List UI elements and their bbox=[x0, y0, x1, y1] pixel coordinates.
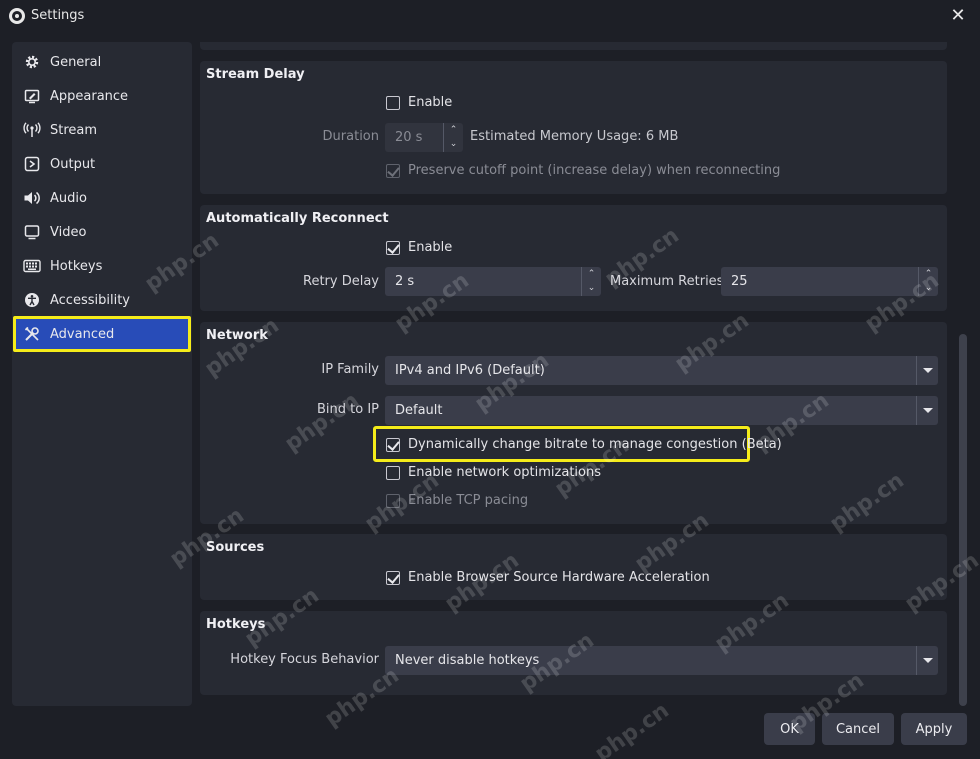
hotkey-focus-value: Never disable hotkeys bbox=[395, 653, 540, 668]
chevron-down-icon[interactable] bbox=[916, 646, 938, 675]
duration-value: 20 s bbox=[395, 130, 423, 145]
title-bar: Settings ✕ bbox=[0, 0, 980, 32]
sidebar-item-video[interactable]: Video bbox=[16, 217, 188, 247]
memory-usage-text: Estimated Memory Usage: 6 MB bbox=[470, 129, 679, 144]
sidebar-item-label: Hotkeys bbox=[50, 258, 103, 274]
sidebar-item-general[interactable]: General bbox=[16, 47, 188, 77]
group-title: Network bbox=[206, 328, 268, 343]
retry-delay-spinbox[interactable]: 2 s bbox=[385, 267, 601, 296]
group-title: Automatically Reconnect bbox=[206, 211, 389, 226]
vertical-scrollbar[interactable] bbox=[958, 42, 968, 706]
retry-delay-spin-buttons[interactable]: ⌃ ⌄ bbox=[581, 267, 601, 296]
bind-ip-label: Bind to IP bbox=[316, 402, 379, 417]
network-group: Network IP Family IPv4 and IPv6 (Default… bbox=[200, 322, 947, 524]
sidebar-item-hotkeys[interactable]: Hotkeys bbox=[16, 251, 188, 281]
checkbox-box bbox=[386, 465, 400, 480]
previous-group-edge bbox=[200, 42, 947, 50]
sidebar-item-output[interactable]: Output bbox=[16, 149, 188, 179]
auto-reconnect-group: Automatically Reconnect Enable Retry Del… bbox=[200, 205, 947, 311]
hotkeys-group: Hotkeys Hotkey Focus Behavior Never disa… bbox=[200, 611, 947, 695]
checkbox-box bbox=[386, 163, 400, 178]
sidebar-item-accessibility[interactable]: Accessibility bbox=[16, 285, 188, 315]
max-retries-label: Maximum Retries bbox=[610, 274, 724, 289]
settings-sidebar: General Appearance Stream Output Audio V… bbox=[12, 42, 192, 706]
group-title: Sources bbox=[206, 540, 265, 555]
accessibility-icon bbox=[23, 291, 41, 309]
ip-family-value: IPv4 and IPv6 (Default) bbox=[395, 363, 545, 378]
duration-spin-buttons[interactable]: ⌃ ⌄ bbox=[443, 123, 463, 152]
cancel-button[interactable]: Cancel bbox=[822, 713, 894, 745]
chevron-down-icon[interactable] bbox=[916, 396, 938, 425]
hotkey-focus-label: Hotkey Focus Behavior bbox=[230, 652, 379, 667]
retry-delay-value: 2 s bbox=[395, 274, 415, 289]
bind-ip-value: Default bbox=[395, 403, 443, 418]
checkbox-box bbox=[386, 95, 400, 110]
output-icon bbox=[23, 155, 41, 173]
hotkey-focus-dropdown[interactable]: Never disable hotkeys bbox=[385, 646, 938, 675]
speaker-icon bbox=[23, 189, 41, 207]
close-icon[interactable]: ✕ bbox=[948, 5, 968, 26]
advanced-settings-panel: Stream Delay Enable Duration 20 s ⌃ ⌄ Est… bbox=[200, 42, 952, 706]
max-retries-spin-buttons[interactable]: ⌃ ⌄ bbox=[918, 267, 938, 296]
stream-delay-group: Stream Delay Enable Duration 20 s ⌃ ⌄ Est… bbox=[200, 61, 947, 194]
sidebar-item-label: Video bbox=[50, 224, 87, 240]
sidebar-item-stream[interactable]: Stream bbox=[16, 115, 188, 145]
bind-ip-dropdown[interactable]: Default bbox=[385, 396, 938, 425]
stream-delay-enable-checkbox[interactable]: Enable bbox=[386, 95, 452, 110]
sidebar-item-label: Stream bbox=[50, 122, 98, 138]
tools-icon bbox=[23, 325, 41, 343]
retry-delay-label: Retry Delay bbox=[303, 274, 379, 289]
network-optimizations-checkbox[interactable]: Enable network optimizations bbox=[386, 465, 601, 480]
sidebar-item-label: Output bbox=[50, 156, 96, 172]
checkbox-box bbox=[386, 240, 400, 255]
ip-family-dropdown[interactable]: IPv4 and IPv6 (Default) bbox=[385, 356, 938, 385]
checkbox-label: Enable network optimizations bbox=[408, 465, 601, 480]
preserve-cutoff-checkbox[interactable]: Preserve cutoff point (increase delay) w… bbox=[386, 163, 780, 178]
checkbox-label: Dynamically change bitrate to manage con… bbox=[408, 437, 782, 452]
checkbox-label: Enable TCP pacing bbox=[408, 493, 529, 508]
checkbox-label: Enable bbox=[408, 240, 453, 255]
ip-family-label: IP Family bbox=[321, 362, 379, 377]
sidebar-item-label: Appearance bbox=[50, 88, 129, 104]
sidebar-item-label: Audio bbox=[50, 190, 87, 206]
checkbox-label: Enable bbox=[408, 95, 453, 110]
group-title: Stream Delay bbox=[206, 67, 305, 82]
max-retries-spinbox[interactable]: 25 bbox=[721, 267, 938, 296]
group-title: Hotkeys bbox=[206, 617, 266, 632]
sources-group: Sources Enable Browser Source Hardware A… bbox=[200, 534, 947, 600]
chevron-down-icon[interactable] bbox=[916, 356, 938, 385]
max-retries-value: 25 bbox=[731, 274, 748, 289]
apply-button[interactable]: Apply bbox=[901, 713, 967, 745]
sidebar-item-label: Advanced bbox=[50, 326, 115, 342]
checkbox-box bbox=[386, 570, 400, 585]
window-title: Settings bbox=[31, 8, 85, 23]
sidebar-item-audio[interactable]: Audio bbox=[16, 183, 188, 213]
checkbox-box bbox=[386, 493, 400, 508]
checkbox-label: Preserve cutoff point (increase delay) w… bbox=[408, 163, 781, 178]
checkbox-box bbox=[386, 437, 400, 452]
sidebar-item-label: General bbox=[50, 54, 102, 70]
sidebar-item-appearance[interactable]: Appearance bbox=[16, 81, 188, 111]
dynamic-bitrate-checkbox[interactable]: Dynamically change bitrate to manage con… bbox=[386, 437, 782, 452]
scrollbar-thumb[interactable] bbox=[959, 334, 967, 706]
obs-logo-icon bbox=[9, 8, 25, 24]
auto-reconnect-enable-checkbox[interactable]: Enable bbox=[386, 240, 452, 255]
sidebar-item-advanced[interactable]: Advanced bbox=[13, 316, 191, 352]
tcp-pacing-checkbox[interactable]: Enable TCP pacing bbox=[386, 493, 528, 508]
watermark: php.cn bbox=[590, 698, 674, 759]
appearance-icon bbox=[23, 87, 41, 105]
monitor-icon bbox=[23, 223, 41, 241]
antenna-icon bbox=[23, 121, 41, 139]
gear-icon bbox=[23, 53, 41, 71]
sidebar-item-label: Accessibility bbox=[50, 292, 130, 308]
duration-label: Duration bbox=[322, 129, 379, 144]
keyboard-icon bbox=[23, 257, 41, 275]
browser-acceleration-checkbox[interactable]: Enable Browser Source Hardware Accelerat… bbox=[386, 570, 710, 585]
checkbox-label: Enable Browser Source Hardware Accelerat… bbox=[408, 570, 710, 585]
ok-button[interactable]: OK bbox=[764, 713, 815, 745]
